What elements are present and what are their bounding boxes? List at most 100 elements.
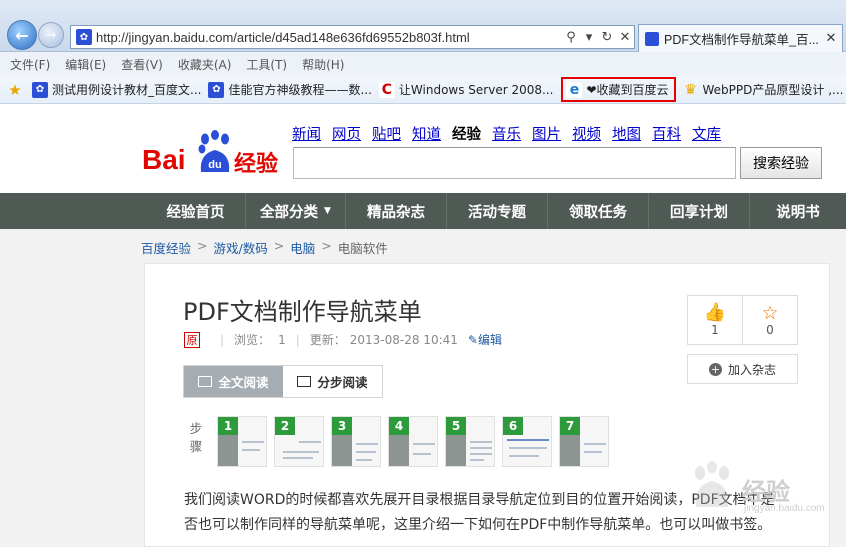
thumb-preview <box>242 441 264 443</box>
favorite-count: 0 <box>766 323 774 337</box>
product-link-zhidao[interactable]: 知道 <box>412 123 441 144</box>
main-nav: 经验首页 全部分类 ▼ 精品杂志 活动专题 领取任务 回享计划 说明书 <box>0 193 846 229</box>
favorites-star-icon[interactable]: ★ <box>5 81 25 99</box>
step-number: 5 <box>446 417 466 435</box>
thumb-preview <box>356 443 378 445</box>
favorite-link[interactable]: ✿ 佳能官方神级教程——数... <box>208 81 372 98</box>
nav-share-plan[interactable]: 回享计划 <box>648 193 749 229</box>
step-thumbnail[interactable]: 6 <box>502 416 552 467</box>
back-button[interactable]: ← <box>7 20 37 50</box>
tab-step-read[interactable]: 分步阅读 <box>283 366 382 397</box>
favorite-label: 测试用例设计教材_百度文... <box>52 83 202 97</box>
menu-tools[interactable]: 工具(T) <box>246 56 287 73</box>
menu-favorites[interactable]: 收藏夹(A) <box>178 56 232 73</box>
tab-full-label: 全文阅读 <box>218 375 269 390</box>
product-link-video[interactable]: 视频 <box>572 123 601 144</box>
tab-active[interactable]: PDF文档制作导航菜单_百... ✕ <box>638 24 843 52</box>
nav-manual[interactable]: 说明书 <box>749 193 846 229</box>
nav-label: 回享计划 <box>670 204 728 221</box>
baidu-paw-icon: du <box>198 130 230 172</box>
edit-link[interactable]: ✎编辑 <box>468 331 502 348</box>
product-link-web[interactable]: 网页 <box>332 123 361 144</box>
nav-home[interactable]: 经验首页 <box>145 193 245 229</box>
watermark-subtext: jingyan.baidu.com <box>744 503 825 514</box>
refresh-icon[interactable]: ↻ <box>598 30 616 45</box>
search-icon[interactable]: ⚲ <box>562 30 580 45</box>
breadcrumb-link[interactable]: 电脑 <box>290 238 315 257</box>
pencil-icon: ✎ <box>467 333 478 347</box>
close-icon[interactable]: ✕ <box>824 31 838 46</box>
tab-title: PDF文档制作导航菜单_百... <box>664 33 819 47</box>
nav-label: 精品杂志 <box>367 204 425 221</box>
thumb-preview <box>332 435 352 466</box>
favorite-button[interactable]: ☆ 0 <box>742 296 797 344</box>
caret-down-icon: ▼ <box>324 206 331 216</box>
logo-bai-text: Bai <box>142 144 186 175</box>
thumb-preview <box>470 459 484 461</box>
menu-edit[interactable]: 编辑(E) <box>65 56 106 73</box>
menu-bar: 文件(F) 编辑(E) 查看(V) 收藏夹(A) 工具(T) 帮助(H) <box>0 52 846 76</box>
product-link-images[interactable]: 图片 <box>532 123 561 144</box>
breadcrumb-link[interactable]: 百度经验 <box>141 238 191 257</box>
thumb-preview <box>218 435 238 466</box>
step-thumbnail[interactable]: 4 <box>388 416 438 467</box>
step-thumbnail[interactable]: 7 <box>559 416 609 467</box>
step-thumbnail[interactable]: 3 <box>331 416 381 467</box>
nav-events[interactable]: 活动专题 <box>446 193 547 229</box>
steps-label: 步骤 <box>189 421 203 454</box>
meta-divider: | <box>220 332 225 347</box>
like-button[interactable]: 👍 1 <box>688 296 742 344</box>
favorite-label: ❤收藏到百度云 <box>586 83 669 97</box>
product-link-news[interactable]: 新闻 <box>292 123 321 144</box>
search-button[interactable]: 搜索经验 <box>740 147 822 179</box>
step-thumbnail[interactable]: 5 <box>445 416 495 467</box>
nav-tasks[interactable]: 领取任务 <box>547 193 648 229</box>
menu-help[interactable]: 帮助(H) <box>302 56 344 73</box>
nav-magazine[interactable]: 精品杂志 <box>345 193 446 229</box>
address-url[interactable]: http://jingyan.baidu.com/article/d45ad14… <box>96 30 562 45</box>
favorite-link[interactable]: C 让Windows Server 2008... <box>378 81 554 98</box>
thumb-preview <box>509 447 547 449</box>
favorite-link[interactable]: ✿ 测试用例设计教材_百度文... <box>32 81 201 98</box>
read-mode-toggle: 全文阅读 分步阅读 <box>183 365 383 398</box>
address-bar[interactable]: ✿ http://jingyan.baidu.com/article/d45ad… <box>70 25 635 49</box>
baidu-jingyan-logo[interactable]: Bai du 经验 <box>142 128 282 177</box>
logo-jingyan-text: 经验 <box>234 152 279 177</box>
search-input[interactable] <box>293 147 736 179</box>
breadcrumb-separator: > <box>273 238 285 253</box>
product-link-wenku[interactable]: 文库 <box>692 123 721 144</box>
favorite-label: 让Windows Server 2008... <box>398 83 554 97</box>
step-thumbnail[interactable]: 1 <box>217 416 267 467</box>
step-number: 3 <box>332 417 352 435</box>
thumb-preview <box>560 435 580 466</box>
forward-button[interactable]: → <box>38 22 64 48</box>
back-arrow-icon: ← <box>15 25 29 45</box>
step-thumbnail[interactable]: 2 <box>274 416 324 467</box>
like-count: 1 <box>711 323 719 337</box>
stop-icon[interactable]: ✕ <box>616 30 634 45</box>
product-link-baike[interactable]: 百科 <box>652 123 681 144</box>
image-icon <box>297 376 312 387</box>
thumb-preview <box>242 449 260 451</box>
product-link-tieba[interactable]: 贴吧 <box>372 123 401 144</box>
views-count: 1 <box>278 332 286 347</box>
edit-label: 编辑 <box>477 333 502 347</box>
nav-label: 说明书 <box>776 204 820 221</box>
thumb-preview <box>507 439 549 441</box>
dropdown-icon[interactable]: ▾ <box>580 30 598 45</box>
breadcrumb-link[interactable]: 游戏/数码 <box>214 238 268 257</box>
favorite-link[interactable]: ♛ WebPPD产品原型设计 ,... <box>683 81 843 98</box>
menu-view[interactable]: 查看(V) <box>121 56 163 73</box>
nav-all-categories[interactable]: 全部分类 ▼ <box>245 193 345 229</box>
thumb-preview <box>584 451 602 453</box>
product-link-map[interactable]: 地图 <box>612 123 641 144</box>
add-to-magazine-button[interactable]: + 加入杂志 <box>687 354 798 384</box>
thumb-preview <box>584 443 606 445</box>
tab-full-read[interactable]: 全文阅读 <box>184 366 283 397</box>
breadcrumb-separator: > <box>197 238 208 253</box>
thumb-preview <box>389 435 409 466</box>
product-link-jingyan[interactable]: 经验 <box>452 123 481 144</box>
favorite-link-highlighted[interactable]: e ❤收藏到百度云 <box>561 77 676 102</box>
product-link-music[interactable]: 音乐 <box>492 123 521 144</box>
menu-file[interactable]: 文件(F) <box>10 56 50 73</box>
